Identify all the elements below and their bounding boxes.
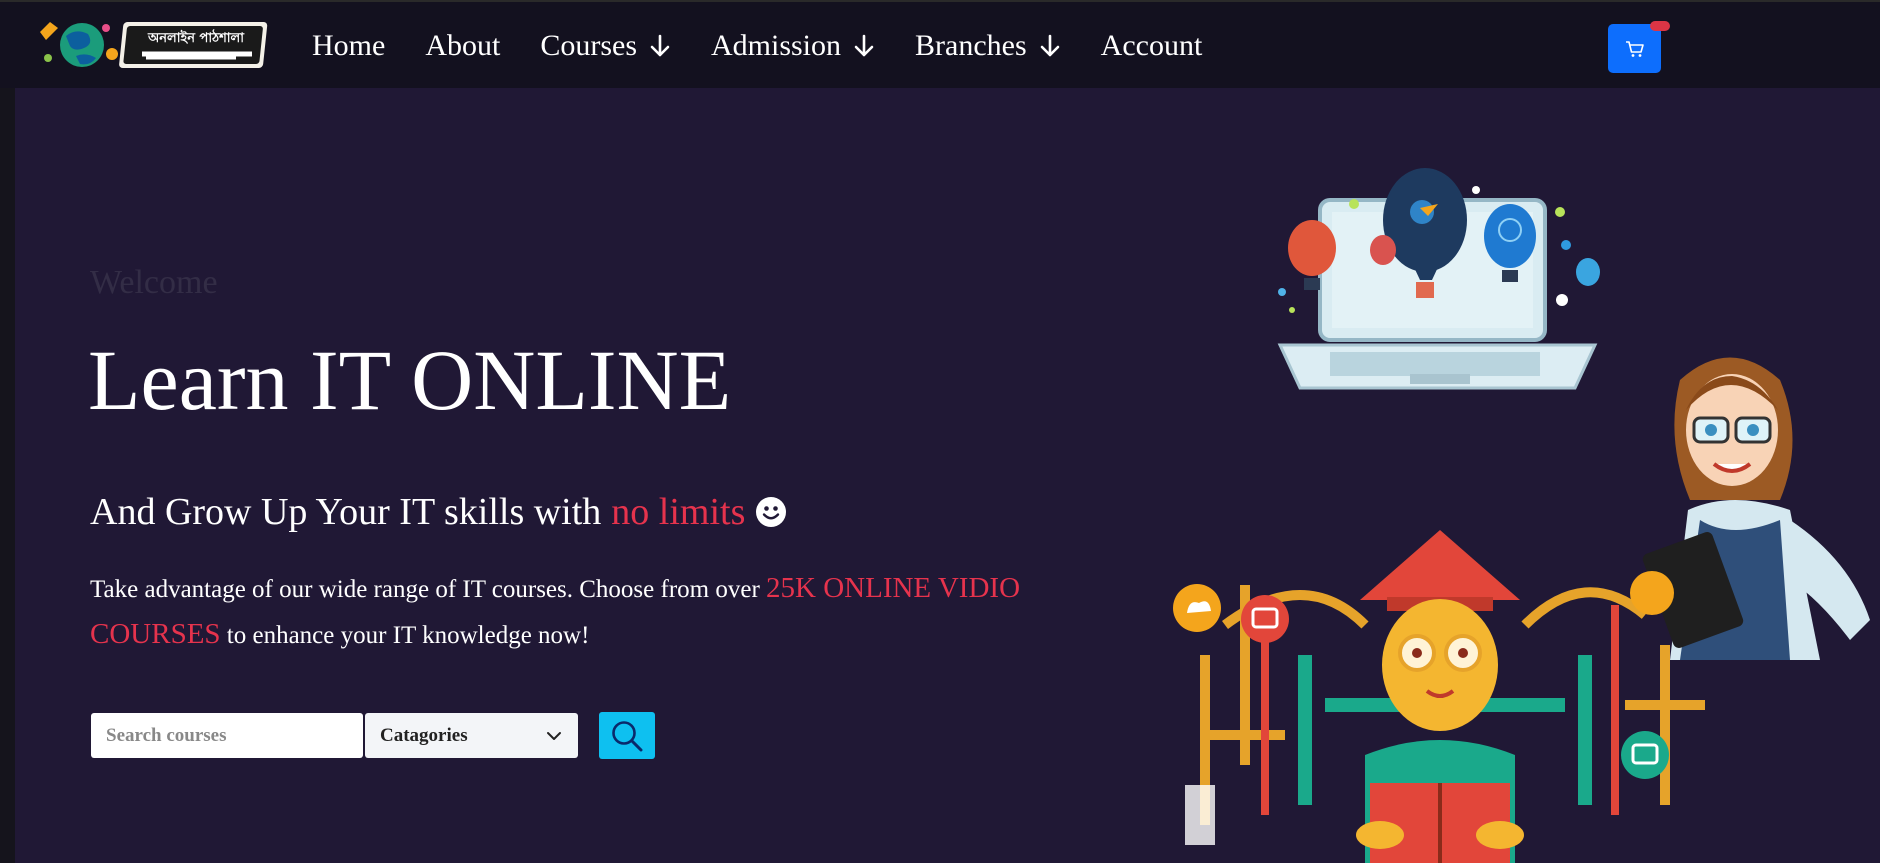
category-select[interactable]: Catagories xyxy=(365,713,578,758)
nav-item-branches[interactable]: Branches xyxy=(915,29,1061,63)
main-nav: Home About Courses Admission Branches Ac… xyxy=(312,2,1242,90)
scholar-tree-illustration xyxy=(1173,530,1705,863)
hero-headline: Learn IT ONLINE xyxy=(88,332,732,428)
left-edge xyxy=(0,88,15,863)
welcome-text: Welcome xyxy=(90,264,218,301)
smiley-icon xyxy=(755,496,787,528)
cart-icon xyxy=(1625,40,1644,57)
logo-text: অনলাইন পাঠশালা xyxy=(147,29,245,46)
arrow-down-icon xyxy=(649,34,671,58)
search-button[interactable] xyxy=(599,712,655,759)
subline-accent: no limits xyxy=(611,491,746,533)
desc-text-end: to enhance your IT knowledge now! xyxy=(226,622,590,649)
desc-text: Take advantage of our wide range of IT c… xyxy=(90,576,760,603)
hero-description: Take advantage of our wide range of IT c… xyxy=(90,566,1070,658)
search-input[interactable] xyxy=(91,713,363,758)
chevron-down-icon xyxy=(547,731,561,740)
nav-item-label: Admission xyxy=(711,29,842,62)
nav-item-label: About xyxy=(425,29,501,62)
subline-text: And Grow Up Your IT skills with xyxy=(90,491,602,533)
search-icon xyxy=(612,720,643,751)
hero-subline: And Grow Up Your IT skills with no limit… xyxy=(90,490,787,534)
top-navbar: অনলাইন পাঠশালা Home About Courses Admiss… xyxy=(0,0,1880,88)
nav-item-label: Account xyxy=(1100,29,1203,62)
category-select-value: Catagories xyxy=(380,724,468,746)
nav-item-admission[interactable]: Admission xyxy=(711,29,875,63)
cart-button[interactable] xyxy=(1608,24,1661,73)
nav-item-label: Home xyxy=(312,29,386,62)
laptop-balloons-illustration xyxy=(1277,168,1600,390)
nav-item-label: Courses xyxy=(540,29,637,62)
arrow-down-icon xyxy=(853,34,875,58)
nav-item-about[interactable]: About xyxy=(425,29,500,63)
nav-item-label: Branches xyxy=(915,29,1027,62)
nav-item-home[interactable]: Home xyxy=(312,29,385,63)
arrow-down-icon xyxy=(1039,34,1061,58)
cart-badge xyxy=(1650,21,1670,31)
site-logo[interactable]: অনলাইন পাঠশালা xyxy=(36,18,270,72)
nav-item-account[interactable]: Account xyxy=(1101,29,1203,63)
nav-item-courses[interactable]: Courses xyxy=(540,29,671,63)
